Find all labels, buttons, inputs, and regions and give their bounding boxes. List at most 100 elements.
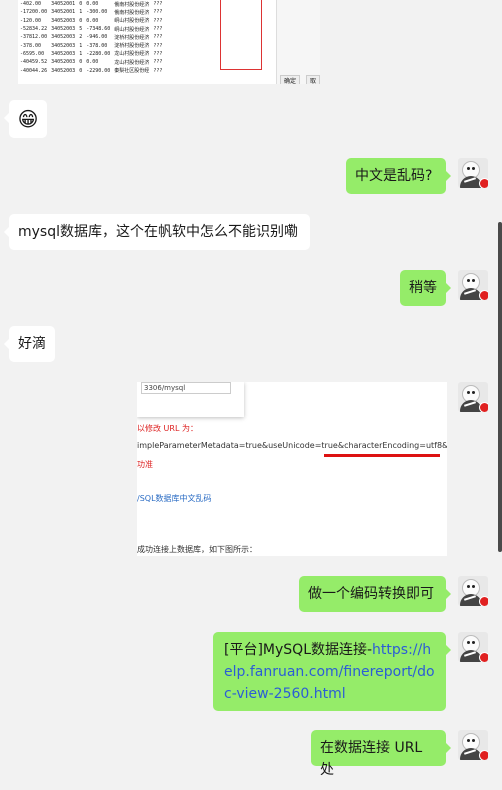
doc-text-line: 以修改 URL 为： xyxy=(137,424,198,433)
table-cell: 34052003 xyxy=(51,34,76,41)
table-cell: 秦梨社区股份经 xyxy=(114,68,150,75)
table-cell: -300.00 xyxy=(86,9,108,16)
table-cell: 龙山村股份经济 xyxy=(114,51,150,58)
table-cell: -946.00 xyxy=(86,34,108,41)
table-cell: ??? xyxy=(153,42,163,49)
avatar-badge-icon xyxy=(479,596,488,606)
ok-button: 确定 xyxy=(280,75,301,84)
side-panel xyxy=(276,0,320,84)
message-text: [平台]MySQL数据连接- xyxy=(224,642,373,658)
table-cell: 1 xyxy=(79,9,83,16)
self-avatar[interactable] xyxy=(458,730,488,760)
message-text: 稍等 xyxy=(409,280,437,296)
table-cell: ??? xyxy=(153,34,163,41)
message-bubble-right[interactable]: 在数据连接 URL 处 xyxy=(311,730,451,778)
table-cell: 俄南村股份经济 xyxy=(114,1,150,8)
table-cell: 34052003 xyxy=(51,59,76,66)
dropdown-field: 3306/mysql xyxy=(141,382,231,394)
table-cell: 0 xyxy=(79,17,83,24)
table-cell: ??? xyxy=(153,67,163,74)
scrollbar-thumb[interactable] xyxy=(498,222,502,552)
self-avatar[interactable] xyxy=(458,576,488,606)
table-row: -52834.22 34052003 5 -7348.60 峒山村股份经济??? xyxy=(18,25,164,33)
table-row: -17200.00 34052001 1 -300.00 俄南村股份经济??? xyxy=(18,8,164,16)
table-cell: 峒山村股份经济 xyxy=(114,18,150,25)
table-cell: 0.00 xyxy=(86,59,99,66)
table-cell: ??? xyxy=(153,59,163,66)
table-row: -402.00 34052001 0 0.00 俄南村股份经济??? xyxy=(18,0,164,8)
message-bubble-right[interactable]: 稍等 xyxy=(400,270,451,306)
avatar-badge-icon xyxy=(479,290,488,300)
table-cell: 0.00 xyxy=(86,1,99,8)
avatar-badge-icon xyxy=(479,750,488,760)
table-cell: -7348.60 xyxy=(86,26,111,33)
table-cell: 0 xyxy=(79,59,83,66)
table-row: -40044.26 34052003 0 -2290.00 秦梨社区股份经??? xyxy=(18,66,164,75)
url-dropdown: 3306/mysql xyxy=(137,382,244,417)
table-cell: 34052003 xyxy=(51,17,76,24)
table-cell: -2280.00 xyxy=(86,50,111,57)
message-bubble-right[interactable]: 中文是乱码? xyxy=(346,158,451,194)
table-cell: 5 xyxy=(79,26,83,33)
table-cell: 淀桥村股份经济 xyxy=(114,43,150,50)
message-text: 做一个编码转换即可 xyxy=(308,586,434,602)
highlight-box xyxy=(220,0,262,70)
table-cell: 俄南村股份经济 xyxy=(114,9,150,16)
message-text: 好滴 xyxy=(18,336,46,352)
message-bubble-right[interactable]: 做一个编码转换即可 xyxy=(299,576,451,612)
table-cell: -40044.26 xyxy=(20,67,48,74)
table-cell: 34052003 xyxy=(51,50,76,57)
message-bubble-left[interactable]: 😁 xyxy=(4,100,47,138)
table-cell: 34052003 xyxy=(51,42,76,49)
message-bubble-left[interactable]: mysql数据库，这个在帆软中怎么不能识别嘞 xyxy=(4,214,310,250)
table-cell: 1 xyxy=(79,42,83,49)
chat-scrollbar[interactable] xyxy=(497,0,502,790)
cancel-button: 取消 xyxy=(306,75,320,84)
table-row: -6595.00 34052003 1 -2280.00 龙山村股份经济??? xyxy=(18,50,164,58)
self-avatar[interactable] xyxy=(458,270,488,300)
table-row: -120.00 34052003 0 0.00 峒山村股份经济??? xyxy=(18,17,164,25)
table-cell: -37812.00 xyxy=(20,34,48,41)
table-cell: ??? xyxy=(153,17,163,24)
shared-screenshot-doc[interactable]: 3306/mysql 以修改 URL 为： impleParameterMeta… xyxy=(137,382,447,556)
doc-text-line: impleParameterMetadata=true&useUnicode=t… xyxy=(137,441,447,450)
table-cell: ??? xyxy=(153,9,163,16)
table-cell: -40459.52 xyxy=(20,59,48,66)
message-bubble-left[interactable]: 好滴 xyxy=(4,326,55,362)
doc-link: /SQL数据库中文乱码 xyxy=(137,494,212,503)
message-text: mysql数据库，这个在帆软中怎么不能识别嘞 xyxy=(18,224,298,240)
table-cell: 34052003 xyxy=(51,26,76,33)
table-cell: 0 xyxy=(79,1,83,8)
self-avatar[interactable] xyxy=(458,158,488,188)
table-cell: 2 xyxy=(79,34,83,41)
table-row: -37812.00 34052003 2 -946.00 淀桥村股份经济??? xyxy=(18,33,164,41)
table-cell: ??? xyxy=(153,26,163,33)
table-cell: 淀桥村股份经济 xyxy=(114,34,150,41)
table-cell: ??? xyxy=(153,50,163,57)
table-cell: 1 xyxy=(79,50,83,57)
table-cell: 34052001 xyxy=(51,9,76,16)
message-text: 中文是乱码? xyxy=(355,168,433,184)
table-cell: ??? xyxy=(153,1,163,8)
data-table: -402.00 34052001 0 0.00 俄南村股份经济??? -17200.00 3… xyxy=(18,0,164,75)
table-cell: 龙山村股份经济 xyxy=(114,59,150,66)
table-cell: -402.00 xyxy=(20,1,42,8)
red-underline xyxy=(324,454,440,457)
table-cell: -17200.00 xyxy=(20,9,48,16)
doc-text-line: 功准 xyxy=(137,460,153,469)
table-cell: 0 xyxy=(79,67,83,74)
table-cell: 0.00 xyxy=(86,17,99,24)
table-cell: -378.00 xyxy=(86,42,108,49)
table-cell: 34052003 xyxy=(51,67,76,74)
self-avatar[interactable] xyxy=(458,382,488,412)
shared-screenshot-table[interactable]: -402.00 34052001 0 0.00 俄南村股份经济??? -17200.00 3… xyxy=(18,0,320,84)
table-cell: -2290.00 xyxy=(86,67,111,74)
table-row: -40459.52 34052003 0 0.00 龙山村股份经济??? xyxy=(18,58,164,66)
message-text: 在数据连接 URL 处 xyxy=(320,740,423,778)
self-avatar[interactable] xyxy=(458,632,488,662)
table-cell: 峒山村股份经济 xyxy=(114,26,150,33)
message-bubble-right[interactable]: [平台]MySQL数据连接-https://help.fanruan.com/f… xyxy=(213,632,451,711)
table-cell: 34052001 xyxy=(51,1,76,8)
table-cell: -6595.00 xyxy=(20,50,45,57)
table-row: -378.00 34052003 1 -378.00 淀桥村股份经济??? xyxy=(18,41,164,50)
